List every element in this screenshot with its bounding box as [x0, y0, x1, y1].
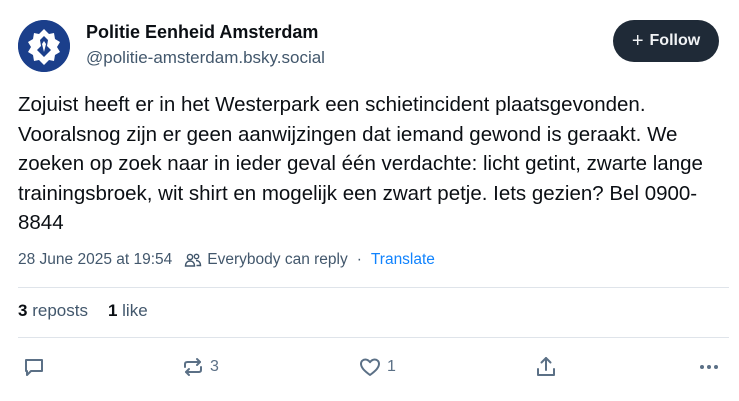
heart-icon [360, 358, 380, 376]
post-stats: 3 reposts 1 like [18, 301, 148, 321]
people-icon [184, 252, 202, 268]
post-actions: 3 1 [18, 352, 729, 382]
reposts-count: 3 [18, 301, 28, 320]
police-badge-icon [18, 20, 70, 72]
post-timestamp[interactable]: 28 June 2025 at 19:54 [18, 251, 172, 269]
like-button[interactable]: 1 [358, 352, 396, 382]
post-card: Politie Eenheid Amsterdam @politie-amste… [0, 0, 739, 401]
author-names: Politie Eenheid Amsterdam @politie-amste… [86, 20, 325, 70]
avatar[interactable] [18, 20, 70, 72]
meta-separator: · [356, 251, 362, 268]
likes-count: 1 [107, 301, 118, 320]
follow-button[interactable]: + Follow [613, 20, 719, 62]
translate-link[interactable]: Translate [371, 251, 435, 269]
likes-label: like [122, 301, 148, 320]
post-meta: 28 June 2025 at 19:54 Everybody can repl… [18, 251, 435, 269]
share-icon [537, 357, 555, 376]
like-count: 1 [387, 358, 396, 375]
plus-icon: + [631, 30, 644, 52]
reply-setting: Everybody can reply [207, 251, 348, 268]
reply-icon [25, 359, 43, 376]
author-handle[interactable]: @politie-amsterdam.bsky.social [86, 46, 325, 70]
post-header: Politie Eenheid Amsterdam @politie-amste… [18, 18, 729, 74]
repost-button[interactable]: 3 [181, 352, 219, 382]
reposts-stat[interactable]: 3 reposts [18, 301, 88, 321]
reply-button[interactable] [22, 352, 46, 382]
share-button[interactable] [534, 352, 558, 382]
reposts-label: reposts [32, 301, 88, 320]
more-options-button[interactable] [697, 352, 721, 382]
follow-button-label: Follow [649, 32, 701, 49]
author-display-name[interactable]: Politie Eenheid Amsterdam [86, 20, 325, 44]
more-icon [700, 365, 718, 369]
likes-stat[interactable]: 1 like [108, 301, 148, 321]
divider [18, 337, 729, 338]
post-text: Zojuist heeft er in het Westerpark een s… [18, 93, 703, 234]
repost-count: 3 [210, 358, 219, 375]
repost-icon [184, 358, 202, 376]
divider [18, 287, 729, 288]
